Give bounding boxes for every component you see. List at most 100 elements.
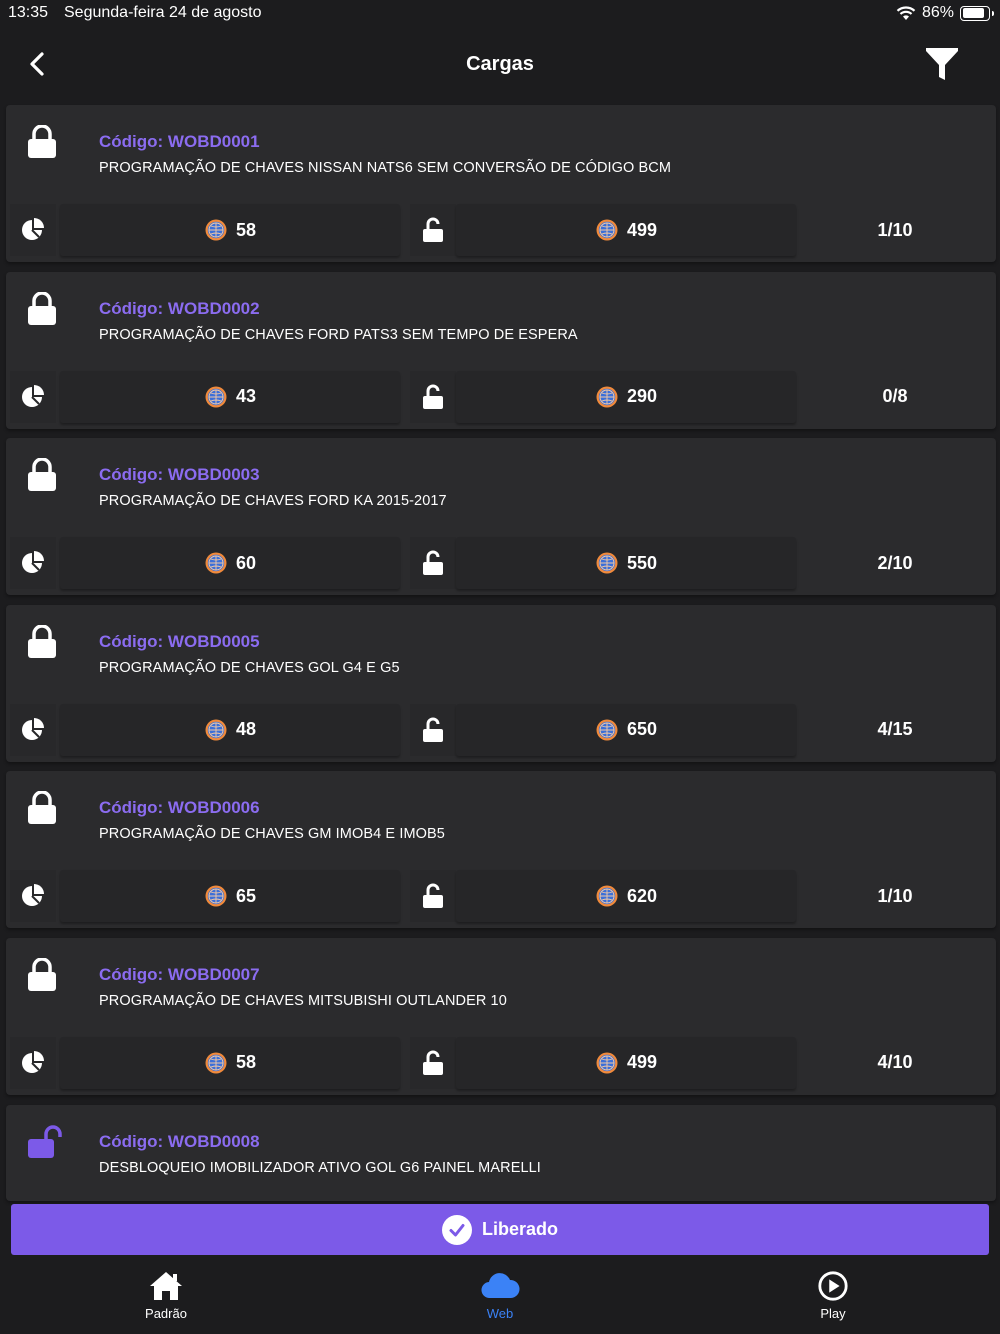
carga-code: Código: WOBD0001: [99, 132, 260, 151]
tab-play[interactable]: Play: [773, 1270, 893, 1321]
pie-chart-icon: [22, 551, 44, 574]
lock-icon: [28, 125, 56, 158]
carga-card[interactable]: Código: WOBD0006 PROGRAMAÇÃO DE CHAVES GM…: [6, 771, 996, 929]
stat-icon-box: [10, 870, 56, 923]
carga-card[interactable]: Código: WOBD0005 PROGRAMAÇÃO DE CHAVES GO…: [6, 604, 996, 762]
carga-description: PROGRAMAÇÃO DE CHAVES MITSUBISHI OUTLAND…: [99, 992, 507, 1009]
stat-ratio: 2/10: [877, 552, 913, 573]
tab-label: Padrão: [145, 1306, 187, 1321]
coin-icon: [205, 386, 227, 408]
carga-card[interactable]: Código: WOBD0007 PROGRAMAÇÃO DE CHAVES MI…: [6, 937, 996, 1095]
carga-card[interactable]: Código: WOBD0008 DESBLOQUEIO IMOBILIZADOR…: [6, 1104, 996, 1201]
carga-description: DESBLOQUEIO IMOBILIZADOR ATIVO GOL G6 PA…: [99, 1159, 541, 1176]
play-circle-icon: [818, 1271, 848, 1301]
carga-stats: 65 620 1/10: [10, 870, 992, 923]
tab-web[interactable]: Web: [440, 1270, 560, 1321]
coin-icon: [596, 219, 618, 241]
carga-code: Código: WOBD0008: [99, 1131, 260, 1151]
tab-padrao[interactable]: Padrão: [106, 1270, 226, 1321]
carga-code: Código: WOBD0005: [99, 631, 260, 651]
stat-price: 499: [456, 1036, 796, 1089]
unlock-icon: [423, 883, 443, 909]
stat-price: 650: [456, 703, 796, 756]
page-title: Cargas: [466, 52, 534, 75]
stat-icon-box: [410, 703, 456, 756]
stat-sold: 65: [60, 870, 400, 923]
chevron-left-icon[interactable]: [22, 48, 54, 80]
status-time: 13:35: [8, 4, 49, 21]
lock-icon: [28, 624, 56, 658]
cargas-list: Código: WOBD0001 PROGRAMAÇÃO DE CHAVES NI…: [6, 105, 996, 1210]
stat-price: 620: [456, 870, 796, 923]
unlock-icon: [28, 1124, 62, 1158]
carga-description: PROGRAMAÇÃO DE CHAVES GM IMOB4 E IMOB5: [99, 826, 445, 843]
stat-price-value: 620: [626, 885, 658, 906]
coin-icon: [205, 219, 227, 241]
stat-sold: 58: [60, 1036, 400, 1089]
stat-sold-value: 60: [235, 552, 257, 573]
battery-fill: [962, 8, 984, 18]
coin-icon: [596, 885, 618, 907]
carga-card[interactable]: Código: WOBD0003 PROGRAMAÇÃO DE CHAVES FO…: [6, 438, 996, 596]
stat-sold: 58: [60, 204, 400, 256]
home-icon: [150, 1272, 182, 1300]
stat-ratio: 0/8: [882, 386, 908, 407]
stat-icon-box: [10, 703, 56, 756]
stat-sold-value: 48: [235, 719, 257, 740]
stat-price-value: 499: [626, 219, 658, 240]
wifi-icon: [896, 6, 916, 20]
stat-price-value: 650: [626, 719, 658, 740]
carga-card[interactable]: Código: WOBD0001 PROGRAMAÇÃO DE CHAVES NI…: [6, 105, 996, 262]
lock-icon: [28, 791, 56, 825]
carga-code: Código: WOBD0007: [99, 964, 260, 984]
coin-icon: [205, 719, 227, 741]
stat-icon-box: [410, 370, 456, 423]
carga-description: PROGRAMAÇÃO DE CHAVES FORD PATS3 SEM TEM…: [99, 326, 578, 343]
liberado-button[interactable]: Liberado: [11, 1204, 989, 1255]
liberado-label: Liberado: [481, 1219, 558, 1239]
pie-chart-icon: [22, 717, 44, 740]
filter-icon[interactable]: [924, 46, 960, 82]
carga-stats: 58 499 1/10: [10, 204, 992, 256]
stat-price-value: 290: [626, 386, 658, 407]
stat-sold-value: 58: [235, 219, 257, 240]
carga-stats: 60 550 2/10: [10, 537, 992, 590]
pie-chart-icon: [22, 1050, 44, 1073]
carga-stats: 58 499 4/10: [10, 1036, 992, 1089]
coin-icon: [205, 1052, 227, 1074]
cloud-icon: [481, 1273, 520, 1299]
coin-icon: [596, 386, 618, 408]
stat-price-value: 550: [626, 552, 658, 573]
unlock-icon: [423, 550, 443, 576]
carga-stats: 43 290 0/8: [10, 370, 992, 423]
stat-icon-box: [410, 537, 456, 590]
stat-sold: 48: [60, 703, 400, 756]
status-right: 86%: [896, 4, 994, 22]
battery-icon: [960, 5, 994, 21]
check-circle-icon: [441, 1214, 472, 1245]
stat-price: 290: [456, 370, 796, 423]
carga-card[interactable]: Código: WOBD0002 PROGRAMAÇÃO DE CHAVES FO…: [6, 271, 996, 429]
carga-description: PROGRAMAÇÃO DE CHAVES FORD KA 2015-2017: [99, 493, 447, 510]
unlock-icon: [423, 717, 443, 742]
stat-ratio: 1/10: [877, 885, 913, 906]
coin-icon: [596, 552, 618, 574]
stat-price: 499: [456, 204, 796, 256]
stat-sold-value: 65: [235, 885, 257, 906]
carga-stats: 48 650 4/15: [10, 703, 992, 756]
coin-icon: [596, 719, 618, 741]
carga-code: Código: WOBD0002: [99, 298, 260, 318]
stat-icon-box: [10, 370, 56, 423]
coin-icon: [205, 552, 227, 574]
stat-ratio: 4/10: [877, 1052, 913, 1073]
stat-icon-box: [10, 204, 56, 256]
pie-chart-icon: [22, 218, 44, 240]
tab-label: Play: [820, 1306, 846, 1321]
stat-icon-box: [10, 1036, 56, 1089]
carga-code: Código: WOBD0003: [99, 465, 260, 485]
status-bar: 13:35 Segunda-feira 24 de agosto 86%: [0, 0, 1000, 28]
stat-icon-box: [410, 1036, 456, 1089]
lock-icon: [28, 957, 56, 991]
stat-icon-box: [410, 870, 456, 923]
unlock-icon: [423, 217, 443, 242]
